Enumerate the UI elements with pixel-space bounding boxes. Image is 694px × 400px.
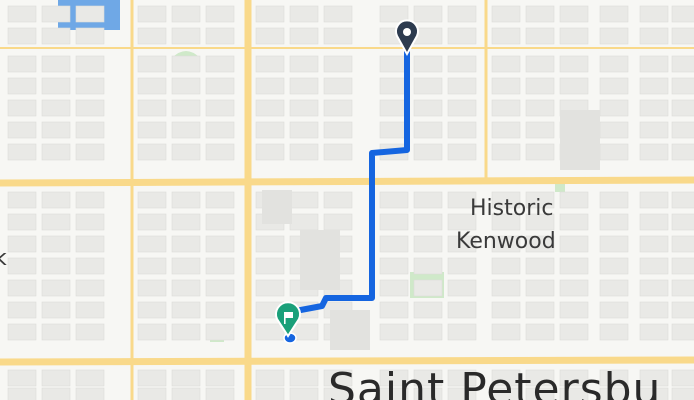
major-road: [0, 176, 694, 187]
partial-place-label: k: [0, 246, 7, 271]
neighborhood-label-line2: Kenwood: [456, 229, 556, 254]
map-layer: [0, 0, 694, 400]
neighborhood-label-line1: Historic: [470, 196, 554, 221]
city-blocks: [7, 5, 694, 400]
map-canvas[interactable]: Historic Kenwood Saint Petersbu k: [0, 0, 694, 400]
city-label: Saint Petersbu: [328, 364, 662, 400]
major-road: [0, 356, 694, 366]
